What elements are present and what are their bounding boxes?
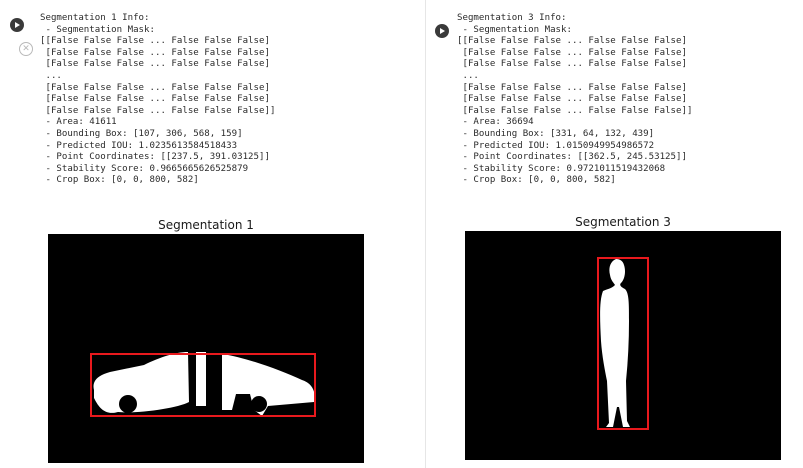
clear-output-icon[interactable]: ✕ [19,42,33,56]
output-text: Segmentation 3 Info: - Segmentation Mask… [457,13,692,187]
output-line: [False False False ... False False False… [457,47,687,58]
output-line: - Area: 36694 [457,117,534,128]
run-cell-button[interactable] [10,18,24,32]
run-cell-button[interactable] [435,24,449,38]
output-line: - Segmentation Mask: [40,24,155,35]
notebook-outputs: ✕ Segmentation 1 Info: - Segmentation Ma… [0,0,803,468]
output-line: Segmentation 3 Info: [457,13,567,23]
output-line: [[False False False ... False False Fals… [40,36,270,47]
output-line: - Predicted IOU: 1.0235613584518433 [40,140,238,151]
output-text: Segmentation 1 Info: - Segmentation Mask… [40,13,275,187]
output-line: [False False False ... False False False… [40,94,270,105]
bounding-box [90,353,316,417]
output-line: [False False False ... False False False… [457,82,687,93]
figure-title: Segmentation 3 [575,215,671,229]
output-line: - Predicted IOU: 1.0150949954986572 [457,140,655,151]
figure-title: Segmentation 1 [158,218,254,232]
output-line: [False False False ... False False False… [40,105,276,116]
output-line: - Area: 41611 [40,117,117,128]
car-mask [93,352,315,416]
output-line: ... [457,70,479,81]
segmentation-mask-image [465,231,781,460]
output-line: - Segmentation Mask: [457,24,572,35]
cell-output-segmentation-3: Segmentation 3 Info: - Segmentation Mask… [426,0,803,468]
output-line: [False False False ... False False False… [40,82,270,93]
output-line: - Stability Score: 0.9721011519432068 [457,163,666,174]
output-line: - Bounding Box: [331, 64, 132, 439] [457,128,655,139]
output-line: [False False False ... False False False… [40,47,270,58]
output-line: - Point Coordinates: [[362.5, 245.53125]… [457,152,687,163]
output-line: ... [40,70,62,81]
output-line: - Point Coordinates: [[237.5, 391.03125]… [40,152,270,163]
output-line: [False False False ... False False False… [457,94,687,105]
output-line: [False False False ... False False False… [40,59,270,70]
output-line: - Crop Box: [0, 0, 800, 582] [40,175,199,186]
bounding-box [597,257,649,430]
cell-output-segmentation-1: ✕ Segmentation 1 Info: - Segmentation Ma… [0,0,425,468]
output-line: - Stability Score: 0.9665665626525879 [40,163,249,174]
output-line: [[False False False ... False False Fals… [457,36,687,47]
segmentation-mask-image [48,234,364,463]
output-line: - Crop Box: [0, 0, 800, 582] [457,175,616,186]
output-line: [False False False ... False False False… [457,59,687,70]
output-line: [False False False ... False False False… [457,105,693,116]
output-line: Segmentation 1 Info: [40,13,150,23]
output-line: - Bounding Box: [107, 306, 568, 159] [40,128,243,139]
